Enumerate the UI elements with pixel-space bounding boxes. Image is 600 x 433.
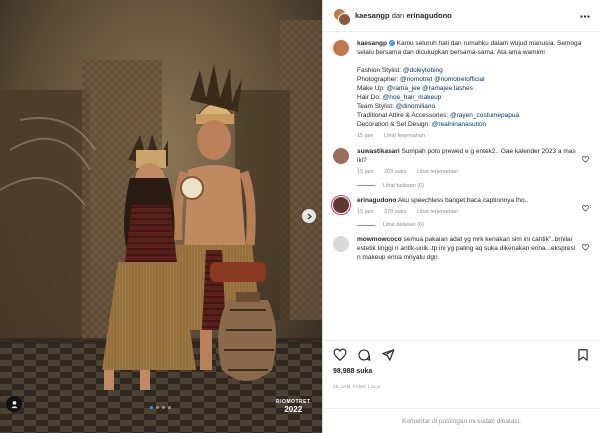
post-header: kaesangp dan erinagudono [323,0,600,32]
heart-icon [582,244,589,251]
heart-icon[interactable] [333,348,347,362]
credit-line: Traditional Attire & Accessories: @rayen… [357,112,590,121]
credit-handles[interactable]: @rama_jee @ramajee.lashes [387,85,473,92]
credit-label: Team Stylist: [357,102,394,110]
credit-label: Make Up: [357,84,385,92]
heart-icon [582,205,589,212]
comments-list[interactable]: kaesangp ✓ Kamu seluruh hati dan rumahku… [323,32,600,340]
view-replies-button[interactable]: Lihat balasan (6) [357,222,590,228]
like-count[interactable]: 278 suka [384,209,406,215]
caption: kaesangp ✓ Kamu seluruh hati dan rumahku… [333,40,590,140]
post-actions [323,340,600,368]
avatar[interactable] [333,148,349,165]
collab-authors: kaesangp dan erinagudono [355,11,452,20]
carousel-indicator [150,406,171,409]
heart-icon [582,156,589,163]
credit-line: Photographer: @riomotret @riomotretoffic… [357,76,590,85]
comment-item: suwastikasari Sumpah poto prewed e g ent… [333,148,590,177]
avatar[interactable] [333,196,349,213]
comment-author[interactable]: suwastikasari [357,148,400,155]
author-link[interactable]: erinagudono [406,11,451,20]
connector-text: dan [391,11,405,20]
comments-restricted-notice: Komentar di postingan ini sudah dibatasi… [323,408,600,433]
credit-label: Hair Do: [357,93,381,101]
credit-label: Fashion Stylist: [357,66,402,74]
replies-label: Lihat balasan (6) [383,222,424,229]
next-photo-button[interactable] [302,209,316,223]
timestamp: 15 jam [357,132,374,139]
photographer-watermark: RIOMOTRET 2022 [276,399,311,414]
chevron-right-icon [307,213,312,219]
carousel-dot [168,406,171,409]
watermark-year: 2022 [284,405,303,414]
comment-text: Aku speechless banget baca captionnya lh… [397,196,529,204]
avatar[interactable] [333,40,349,56]
avatar[interactable] [333,236,349,253]
like-comment-button[interactable] [582,205,590,217]
comment-item: mowmowcoco semua pakaian adat yg mrk ken… [333,236,590,263]
comment-meta: 15 jam 278 suka Lihat terjemahan [357,209,578,217]
comment-item: erinagudono Aku speechless banget baca c… [333,196,590,217]
divider [357,185,375,187]
credit-line: Fashion Stylist: @doleytobing [357,67,590,76]
carousel-dot [156,406,159,409]
translate-link[interactable]: Lihat terjemahan [384,133,425,139]
like-comment-button[interactable] [582,244,590,263]
credit-line: Hair Do: @noe_hair_makeup [357,94,590,103]
like-comment-button[interactable] [582,156,590,177]
author-link[interactable]: kaesangp [355,11,390,20]
post-date: 15 JAM YANG LALU [333,384,381,389]
bookmark-icon[interactable] [576,348,590,362]
carousel-dot [150,406,153,409]
credit-line: Make Up: @rama_jee @ramajee.lashes [357,85,590,94]
collab-avatars[interactable] [333,7,351,26]
user-icon [10,400,18,408]
couple-photo [0,0,322,433]
credit-handles[interactable]: @realninanasution [432,121,486,128]
comment-author[interactable]: mowmowcoco [357,236,402,243]
credit-label: Photographer: [357,75,399,83]
share-icon[interactable] [381,348,395,362]
credit-handles[interactable]: @noe_hair_makeup [383,94,442,101]
credit-handles[interactable]: @rayen_costumepapua [450,112,519,119]
credit-handles[interactable]: @doleytobing [403,67,443,74]
credit-handles[interactable]: @riomotret @riomotretofficial [400,76,485,83]
comment-meta: 15 jam 203 suka Lihat terjemahan [357,169,578,177]
timestamp: 15 jam [357,169,374,176]
avatar [338,12,351,26]
tagged-users-button[interactable] [6,396,22,412]
post-details: kaesangp dan erinagudono kaesangp ✓ Kamu… [322,0,600,433]
timestamp: 15 jam [357,208,374,215]
likes-count[interactable]: 98,988 suka [333,368,372,375]
caption-meta: 15 jam Lihat terjemahan [357,133,590,141]
comment-author[interactable]: erinagudono [357,197,396,204]
like-count[interactable]: 203 suka [384,169,406,175]
credit-label: Traditional Attire & Accessories: [357,111,449,119]
credit-handles[interactable]: @dinomiliano [396,103,435,110]
verified-icon: ✓ [388,40,395,47]
credit-line: Team Stylist: @dinomiliano [357,103,590,112]
comment-icon[interactable] [357,348,371,362]
translate-link[interactable]: Lihat terjemahan [417,209,458,215]
translate-link[interactable]: Lihat terjemahan [417,169,458,175]
replies-label: Lihat balasan (6) [383,182,424,189]
view-replies-button[interactable]: Lihat balasan (6) [357,183,590,189]
post-photo[interactable]: RIOMOTRET 2022 [0,0,322,433]
credit-line: Decoration & Set Design: @realninanasuti… [357,121,590,130]
credit-label: Decoration & Set Design: [357,120,430,128]
more-icon [580,15,590,18]
carousel-dot [162,406,165,409]
caption-author[interactable]: kaesangp [357,40,387,47]
divider [357,224,375,226]
more-options-button[interactable] [580,10,590,21]
